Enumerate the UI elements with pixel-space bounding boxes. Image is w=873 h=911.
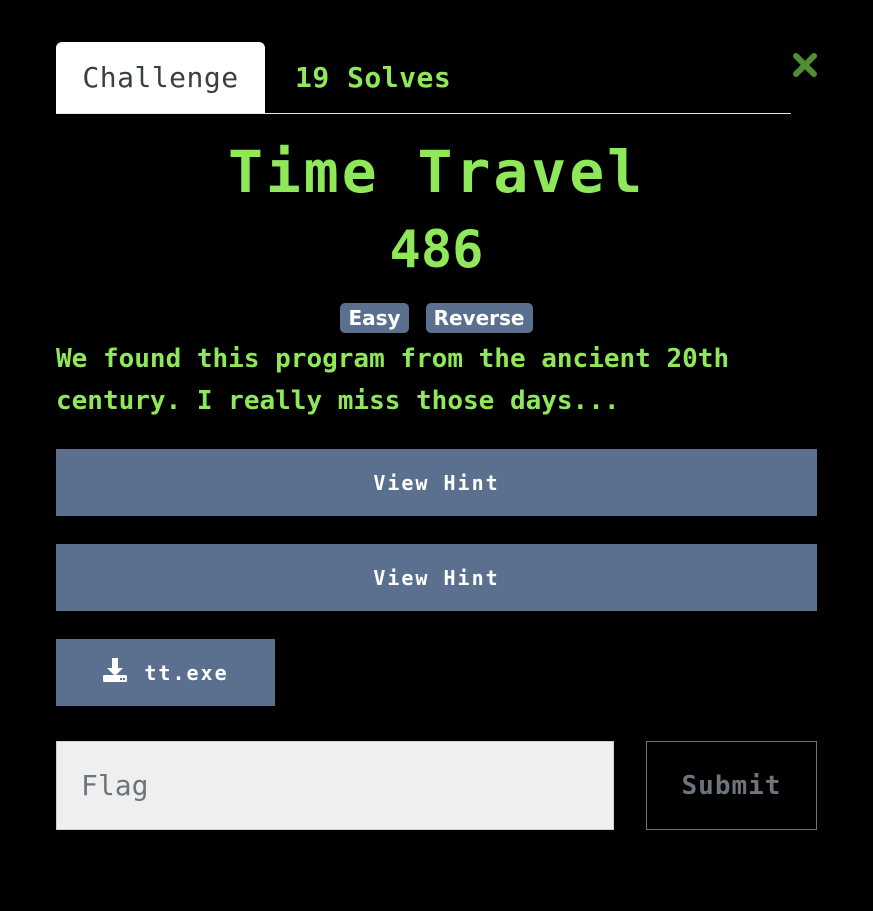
view-hint-button-1[interactable]: View Hint [56,449,817,516]
close-icon[interactable] [792,52,818,78]
challenge-title: Time Travel [227,138,646,206]
tab-solves[interactable]: 19 Solves [265,42,451,113]
tag-list: Easy Reverse [0,303,873,333]
download-file-button[interactable]: tt.exe [56,639,275,706]
tab-challenge[interactable]: Challenge [56,42,265,113]
tag-difficulty: Easy [340,303,409,333]
file-name: tt.exe [144,660,229,685]
view-hint-label: View Hint [373,470,500,495]
challenge-points: 486 [389,220,484,280]
flag-input[interactable] [56,741,614,830]
challenge-description: We found this program from the ancient 2… [56,344,730,416]
download-icon [102,657,128,688]
view-hint-button-2[interactable]: View Hint [56,544,817,611]
submit-button[interactable]: Submit [646,741,817,830]
view-hint-label: View Hint [373,565,500,590]
challenge-modal: Challenge 19 Solves Time Travel 486 Easy… [0,0,873,911]
tag-category: Reverse [425,303,533,333]
tab-bar: Challenge 19 Solves [56,42,791,114]
